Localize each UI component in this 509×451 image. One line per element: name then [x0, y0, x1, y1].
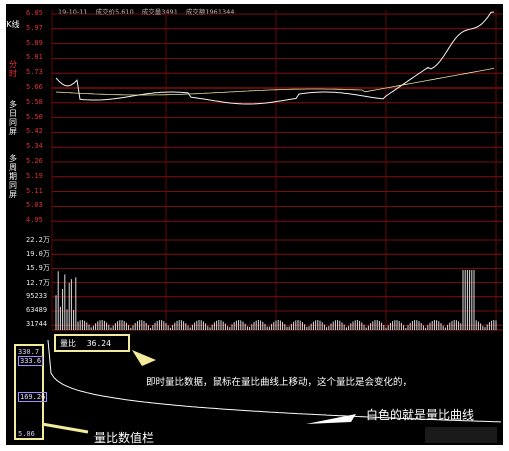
white-curve-annotation: 白色的就是量比曲线	[366, 408, 475, 422]
volume-tick-label: 22.2万	[26, 236, 50, 244]
ratio-tick-label: 330.7	[18, 348, 40, 356]
volume-tick-label: 19.0万	[26, 250, 50, 259]
volume-ratio-value: 36.24	[86, 339, 111, 348]
volume-tick-label: 31744	[26, 320, 48, 329]
average-price-line	[55, 68, 495, 96]
volume-tick-label: 12.7万	[26, 278, 50, 287]
intraday-chart-screen: K线 分时 多日同屏 多周期同屏 19-10-11 成交价5.610 成交量34…	[6, 4, 503, 445]
volume-ratio-readout: 量比 36.24	[54, 334, 130, 352]
callout-arrow	[132, 350, 156, 366]
watermark-patch	[425, 427, 497, 443]
volume-axis: 22.2万 19.0万 15.9万 12.7万 95233 63489 31744	[26, 4, 56, 334]
realtime-ratio-annotation: 即时量比数据，鼠标在量比曲线上移动，这个量比是会变化的，	[146, 377, 413, 388]
volume-tick-label: 63489	[26, 306, 48, 314]
ratio-tick-label: 333.6	[18, 356, 44, 366]
volume-ratio-value-column: 330.7 333.6 169.26 5.06	[14, 344, 48, 440]
volume-ratio-label: 量比	[60, 339, 76, 348]
ratio-tick-label: 169.26	[18, 392, 48, 402]
volume-tick-label: 15.9万	[26, 264, 50, 273]
ratio-tick-label: 5.06	[18, 430, 35, 438]
volume-tick-label: 95233	[26, 291, 48, 300]
callout-arrow	[41, 422, 89, 434]
ratio-column-annotation: 量比数值栏	[94, 431, 155, 445]
